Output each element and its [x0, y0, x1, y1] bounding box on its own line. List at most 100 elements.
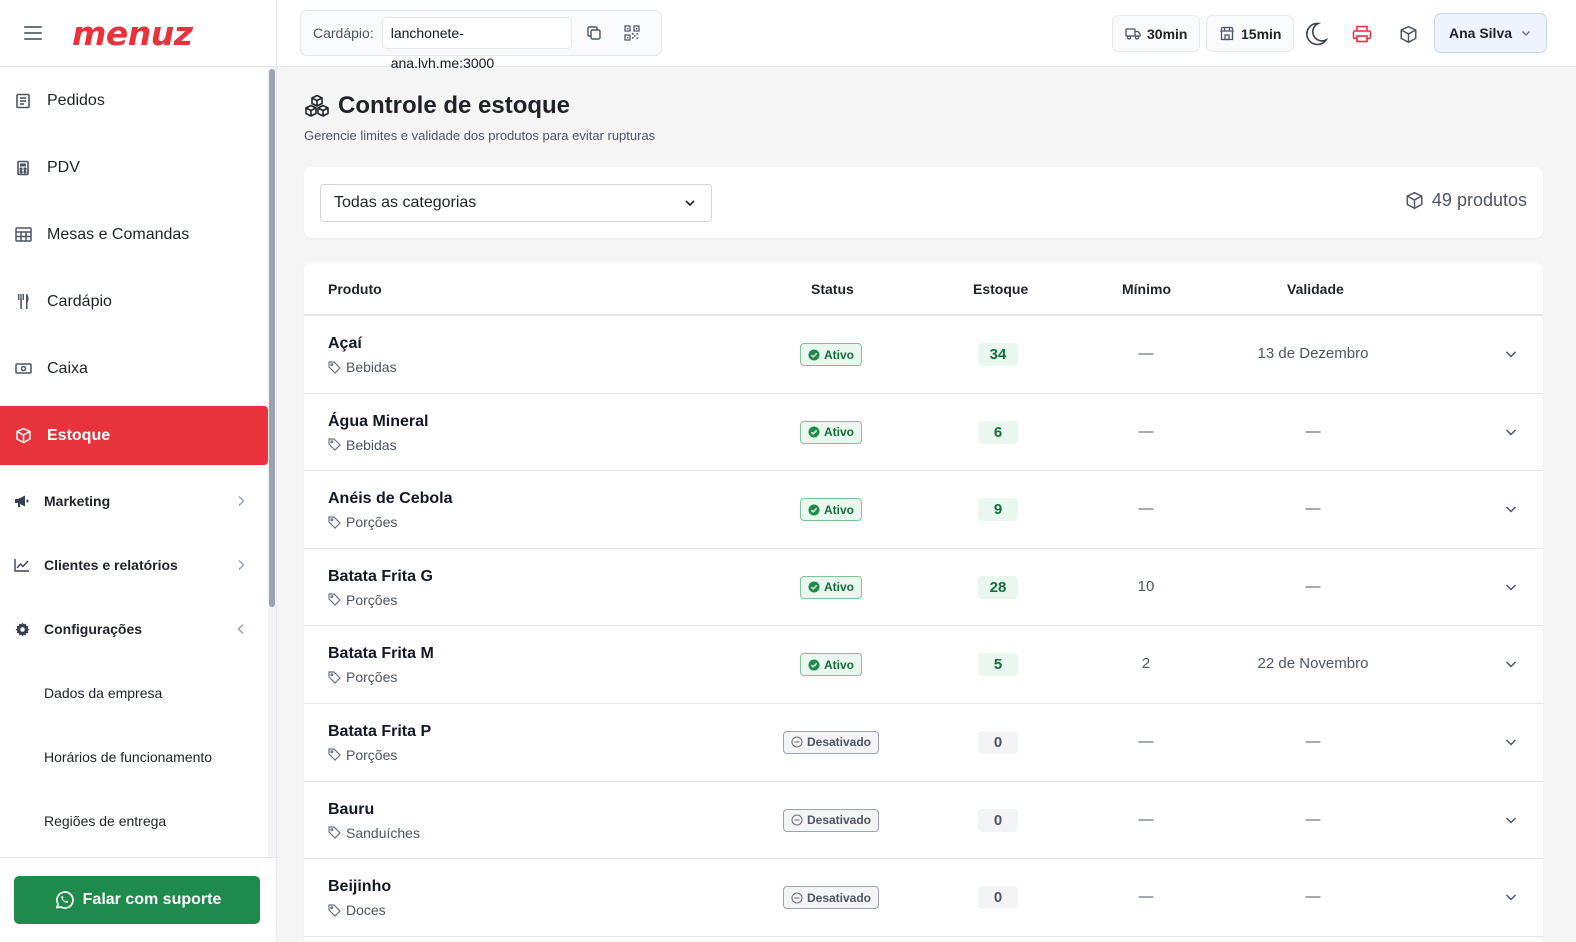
category-select[interactable]: Todas as categorias — [320, 184, 712, 222]
sidebar-group-configuracoes[interactable]: Configurações — [0, 597, 268, 661]
minimum-value: — — [1138, 422, 1154, 440]
product-name: Anéis de Cebola — [328, 490, 453, 508]
delivery-time-label: 30min — [1147, 25, 1188, 42]
table-row[interactable]: Açaí Bebidas Ativo 34 — 13 de Dezembro — [304, 316, 1543, 394]
table-row[interactable]: Água Mineral Bebidas Ativo 6 — — — [304, 394, 1543, 472]
table-grid-icon — [14, 226, 32, 244]
chevron-down-icon[interactable] — [1503, 656, 1519, 672]
menu-link-label: Cardápio: — [313, 25, 374, 41]
product-category: Porções — [328, 669, 397, 685]
copy-icon[interactable] — [578, 17, 610, 49]
table-row[interactable]: Batata Frita G Porções Ativo 28 10 — — [304, 549, 1543, 627]
sidebar-group-marketing[interactable]: Marketing — [0, 469, 268, 533]
tag-icon — [328, 904, 341, 917]
boxes-icon — [304, 94, 330, 118]
status-badge: Desativado — [782, 808, 880, 832]
column-header-validade[interactable]: Validade — [1287, 281, 1344, 297]
user-menu-button[interactable]: Ana Silva — [1434, 13, 1547, 53]
product-category-label: Porções — [346, 591, 398, 608]
stock-badge: 28 — [978, 575, 1018, 599]
expiry-value: 13 de Dezembro — [1257, 345, 1369, 362]
chevron-down-icon[interactable] — [1503, 812, 1519, 828]
stock-badge: 5 — [978, 653, 1018, 677]
sidebar-subitem-horarios[interactable]: Horários de funcionamento — [0, 725, 268, 789]
stock-badge: 9 — [978, 498, 1018, 522]
cash-icon — [14, 360, 32, 378]
check-circle-icon — [808, 659, 820, 671]
chevron-left-icon — [237, 623, 244, 635]
chevron-down-icon[interactable] — [1503, 734, 1519, 750]
chevron-down-icon — [685, 200, 695, 207]
chevron-down-icon[interactable] — [1503, 579, 1519, 595]
package-icon[interactable] — [1392, 18, 1424, 50]
status-badge-label: Desativado — [806, 735, 872, 750]
stock-table: Produto Status Estoque Mínimo Validade A… — [304, 262, 1543, 942]
product-category: Porções — [328, 514, 397, 530]
chevron-down-icon[interactable] — [1503, 501, 1519, 517]
box-icon — [14, 427, 32, 445]
menu-url-field[interactable]: lanchonete-ana.lvh.me:3000 — [381, 17, 572, 71]
printer-icon[interactable] — [1346, 18, 1378, 50]
minimum-value: 10 — [1137, 577, 1155, 595]
product-name: Açaí — [328, 335, 362, 352]
table-row[interactable]: Beijinho Doces Desativado 0 — — — [304, 859, 1543, 937]
product-category-label: Porções — [346, 746, 398, 763]
sidebar-item-pdv[interactable]: PDV — [0, 134, 268, 201]
sidebar-group-clientes[interactable]: Clientes e relatórios — [0, 533, 268, 597]
sidebar-item-label: Cardápio — [47, 292, 112, 310]
sidebar-scrollbar-thumb[interactable] — [269, 69, 275, 607]
tag-icon — [328, 516, 341, 529]
sidebar: menuz Pedidos PDV Mesas e Comandas Cardá… — [0, 0, 277, 942]
stock-badge: 0 — [978, 730, 1018, 754]
sidebar-group-label: Configurações — [44, 621, 143, 637]
column-header-minimo[interactable]: Mínimo — [1122, 281, 1171, 297]
sidebar-subitem-dados-empresa[interactable]: Dados da empresa — [0, 661, 268, 725]
sidebar-item-estoque[interactable]: Estoque — [0, 406, 268, 465]
pickup-time-button[interactable]: 15min — [1206, 15, 1295, 52]
package-icon — [1405, 191, 1424, 210]
sidebar-subitem-regioes[interactable]: Regiões de entrega — [0, 789, 268, 853]
tag-icon — [328, 826, 341, 839]
qr-code-icon[interactable] — [616, 17, 648, 49]
chevron-down-icon[interactable] — [1503, 889, 1519, 905]
table-row[interactable]: Bauru Sanduíches Desativado 0 — — — [304, 782, 1543, 860]
table-row[interactable]: Batata Frita P Porções Desativado 0 — — — [304, 704, 1543, 782]
page-header: Controle de estoque Gerencie limites e v… — [304, 92, 655, 143]
hamburger-menu-icon[interactable] — [24, 26, 42, 40]
chevron-down-icon[interactable] — [1503, 346, 1519, 362]
support-area: Falar com suporte — [0, 857, 276, 942]
sidebar-item-label: Estoque — [47, 426, 111, 444]
table-row[interactable]: Anéis de Cebola Porções Ativo 9 — — — [304, 471, 1543, 549]
column-header-estoque[interactable]: Estoque — [973, 281, 1028, 297]
product-category: Porções — [328, 592, 397, 608]
status-badge-label: Ativo — [824, 657, 854, 672]
support-button[interactable]: Falar com suporte — [14, 876, 260, 924]
moon-icon[interactable] — [1299, 18, 1331, 50]
expiry-value: — — [1305, 577, 1321, 595]
product-name: Batata Frita G — [328, 567, 433, 585]
menu-link-box: Cardápio: lanchonete-ana.lvh.me:3000 — [300, 10, 662, 71]
sidebar-item-label: PDV — [47, 158, 80, 176]
status-badge-label: Ativo — [824, 502, 854, 517]
stock-badge: 0 — [978, 886, 1018, 910]
delivery-time-button[interactable]: 30min — [1112, 15, 1201, 52]
menuz-logo[interactable]: menuz — [72, 14, 193, 53]
sidebar-item-cardapio[interactable]: Cardápio — [0, 268, 268, 335]
chevron-down-icon[interactable] — [1503, 424, 1519, 440]
calculator-icon — [14, 159, 32, 177]
sidebar-item-caixa[interactable]: Caixa — [0, 335, 268, 402]
product-category-label: Porções — [346, 669, 398, 686]
filter-card: Todas as categorias 49 produtos — [304, 167, 1543, 238]
sidebar-item-pedidos[interactable]: Pedidos — [0, 67, 268, 134]
product-category: Bebidas — [328, 359, 397, 375]
table-row[interactable]: Batata Frita M Porções Ativo 5 2 22 de Novemb… — [304, 626, 1543, 704]
expiry-value: — — [1305, 810, 1321, 828]
status-badge-label: Ativo — [824, 580, 854, 595]
stock-badge: 0 — [978, 808, 1018, 832]
column-header-produto[interactable]: Produto — [328, 281, 382, 297]
sidebar-item-mesas[interactable]: Mesas e Comandas — [0, 201, 268, 268]
sidebar-scrollbar[interactable] — [268, 67, 276, 857]
product-name: Bauru — [328, 800, 375, 818]
page-title-row: Controle de estoque — [304, 92, 655, 120]
column-header-status[interactable]: Status — [811, 281, 854, 297]
